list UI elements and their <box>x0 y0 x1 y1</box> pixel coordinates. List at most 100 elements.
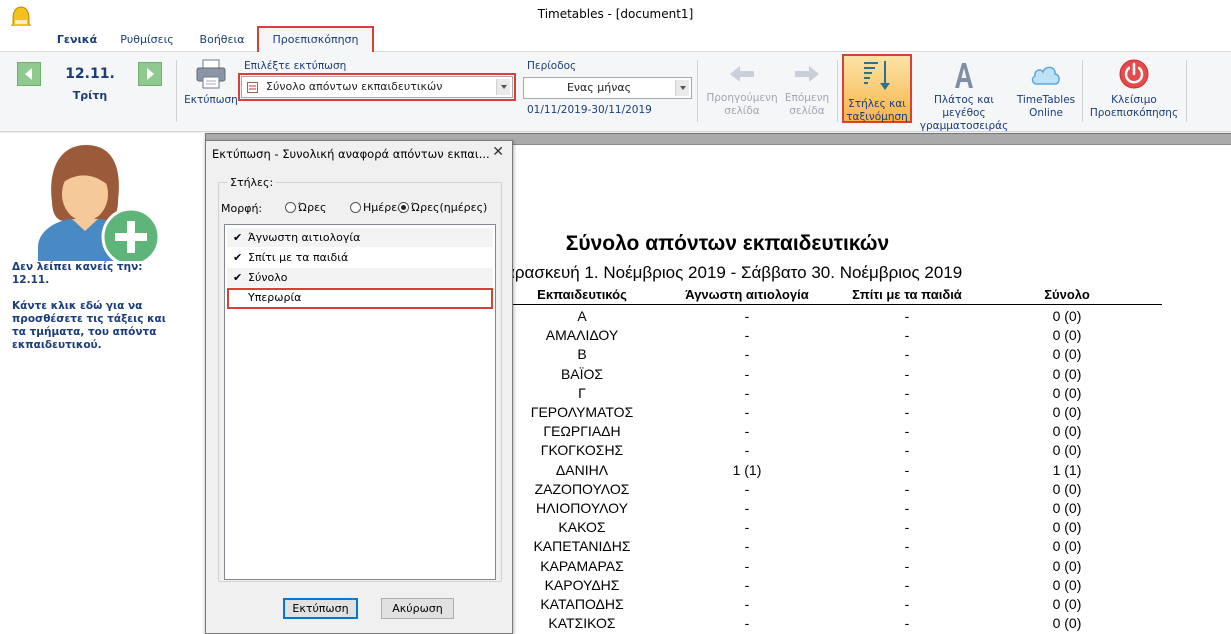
cell-home-children: - <box>904 365 910 382</box>
header-teacher: Εκπαιδευτικός <box>537 287 627 302</box>
next-day-button[interactable] <box>138 62 162 86</box>
columns-list[interactable]: ✔ Άγνωστη αιτιολογία ✔ Σπίτι με τα παιδιά … <box>224 224 496 580</box>
column-item-overtime[interactable]: Υπερωρία <box>227 288 493 309</box>
cell-unknown-reason: - <box>744 576 750 593</box>
cell-teacher: Β <box>577 346 587 363</box>
checkmark-icon: ✔ <box>233 271 243 284</box>
header-rule <box>512 304 1162 305</box>
print-button[interactable]: Εκτύπωση <box>183 58 239 107</box>
close-icon[interactable]: ✕ <box>492 144 504 160</box>
cell-total: 0 (0) <box>1052 442 1082 459</box>
cell-total: 0 (0) <box>1052 308 1082 324</box>
arrow-left-icon <box>25 68 32 80</box>
ribbon-separator <box>176 60 177 122</box>
columns-sort-button[interactable]: Στήλες και ταξινόμηση <box>842 54 912 123</box>
cell-teacher: Α <box>577 308 587 324</box>
timetables-online-line2: Online <box>1029 107 1063 119</box>
instructions-line[interactable]: εκπαιδευτικού. <box>12 339 202 352</box>
radio-hours-days[interactable]: Ώρες(ημέρες) <box>398 201 487 214</box>
cell-unknown-reason: - <box>744 596 750 612</box>
header-unknown-reason: Άγνωστη αιτιολογία <box>685 287 809 302</box>
cancel-button[interactable]: Ακύρωση <box>381 598 454 619</box>
tab-settings[interactable]: Ρυθμίσεις <box>112 29 182 51</box>
close-preview-button[interactable]: Κλείσιμο Προεπισκόπησης <box>1086 58 1182 120</box>
cell-total: 0 (0) <box>1052 423 1082 440</box>
app-window: Timetables - [document1] Γενικά Ρυθμίσει… <box>0 0 1231 634</box>
cell-unknown-reason: - <box>744 346 750 363</box>
column-item[interactable]: ✔ Σύνολο <box>227 268 493 287</box>
close-preview-line2: Προεπισκόπησης <box>1089 107 1179 119</box>
radio-hours[interactable]: Ώρες <box>285 201 326 214</box>
sort-columns-icon <box>864 61 890 90</box>
cell-total: 0 (0) <box>1052 404 1082 420</box>
cell-unknown-reason: 1 (1) <box>732 461 762 478</box>
cell-unknown-reason: - <box>744 404 750 420</box>
checkmark-icon: ✔ <box>233 231 243 244</box>
add-teacher-avatar-icon[interactable] <box>30 139 162 261</box>
cell-unknown-reason: - <box>744 557 750 574</box>
radio-days[interactable]: Ημέρες <box>350 201 404 214</box>
cloud-icon <box>1031 66 1060 85</box>
dialog-title: Εκτύπωση - Συνολική αναφορά απόντων εκπα… <box>212 147 490 161</box>
next-page-line2: σελίδα <box>789 105 825 117</box>
columns-group-label: Στήλες: <box>227 176 277 189</box>
cell-total: 0 (0) <box>1052 596 1082 612</box>
ribbon-separator <box>697 60 698 122</box>
chevron-down-icon <box>496 79 510 95</box>
instructions-line[interactable]: Κάντε κλικ εδώ για να <box>12 300 202 313</box>
cell-teacher: ΗΛΙΟΠΟΥΛΟΥ <box>536 500 628 516</box>
cell-total: 0 (0) <box>1052 327 1082 344</box>
prev-day-button[interactable] <box>17 62 41 86</box>
columns-sort-line1: Στήλες και <box>848 98 906 110</box>
font-size-line2: γραμματοσειράς <box>919 120 1009 132</box>
cell-teacher: ΖΑΖΟΠΟΥΛΟΣ <box>534 480 630 497</box>
column-item[interactable]: ✔ Άγνωστη αιτιολογία <box>227 228 493 247</box>
timetables-online-button[interactable]: TimeTables Online <box>1016 60 1076 120</box>
prev-page-button[interactable]: Προηγούμενη σελίδα <box>704 62 780 118</box>
next-page-button[interactable]: Επόμενη σελίδα <box>781 62 833 118</box>
cell-home-children: - <box>904 384 910 401</box>
print-type-value: Σύνολο απόντων εκπαιδευτικών <box>266 80 443 93</box>
font-size-line1: Πλάτος και μεγέθος <box>934 94 994 119</box>
cell-home-children: - <box>904 423 910 440</box>
print-ok-button[interactable]: Εκτύπωση <box>283 598 358 619</box>
checkmark-icon: ✔ <box>233 251 243 264</box>
radio-circle <box>285 202 296 213</box>
cell-home-children: - <box>904 461 910 478</box>
cell-total: 1 (1) <box>1052 461 1082 478</box>
cell-total: 0 (0) <box>1052 384 1082 401</box>
no-absence-date: 12.11. <box>12 274 50 286</box>
cell-total: 0 (0) <box>1052 480 1082 497</box>
absent-teacher-panel[interactable]: Δεν λείπει κανείς την: 12.11. Κάντε κλικ… <box>0 133 203 634</box>
tab-help[interactable]: Βοήθεια <box>190 29 254 51</box>
cell-teacher: ΚΑΠΕΤΑΝΙΔΗΣ <box>533 538 631 555</box>
tab-preview[interactable]: Προεπισκόπηση <box>257 26 374 53</box>
ribbon-separator <box>837 60 838 122</box>
cell-teacher: ΓΚΟΓΚΟΣΗΣ <box>540 442 624 459</box>
instructions-line[interactable]: προσθέσετε τις τάξεις και <box>12 313 202 326</box>
cell-teacher: ΒΑΪΟΣ <box>560 365 604 382</box>
prev-page-line2: σελίδα <box>724 105 760 117</box>
radio-circle-selected <box>398 202 409 213</box>
period-select[interactable]: Ενας μήνας <box>523 77 692 99</box>
cell-total: 0 (0) <box>1052 557 1082 574</box>
cell-teacher: ΓΕΡΟΛΥΜΑΤΟΣ <box>530 404 634 420</box>
cell-home-children: - <box>904 346 910 363</box>
cell-home-children: - <box>904 308 910 324</box>
print-type-select[interactable]: Σύνολο απόντων εκπαιδευτικών <box>238 73 516 101</box>
format-label: Μορφή: <box>221 202 263 215</box>
cell-teacher: ΚΑΚΟΣ <box>558 519 606 536</box>
window-title: Timetables - [document1] <box>537 7 694 21</box>
cell-home-children: - <box>904 480 910 497</box>
cell-total: 0 (0) <box>1052 500 1082 516</box>
instructions-line[interactable]: τα τμήματα, του απόντα <box>12 326 202 339</box>
font-letter-icon <box>955 63 973 88</box>
radio-hours-days-label: Ώρες(ημέρες) <box>411 201 488 214</box>
column-item[interactable]: ✔ Σπίτι με τα παιδιά <box>227 248 493 267</box>
current-date: 12.11. <box>65 66 115 82</box>
column-item-label: Άγνωστη αιτιολογία <box>248 231 361 244</box>
no-absence-text: Δεν λείπει κανείς την: <box>12 261 143 273</box>
tab-general[interactable]: Γενικά <box>50 29 104 51</box>
ribbon-separator <box>1186 60 1187 122</box>
font-size-button[interactable]: Πλάτος και μεγέθος γραμματοσειράς <box>913 60 1015 133</box>
